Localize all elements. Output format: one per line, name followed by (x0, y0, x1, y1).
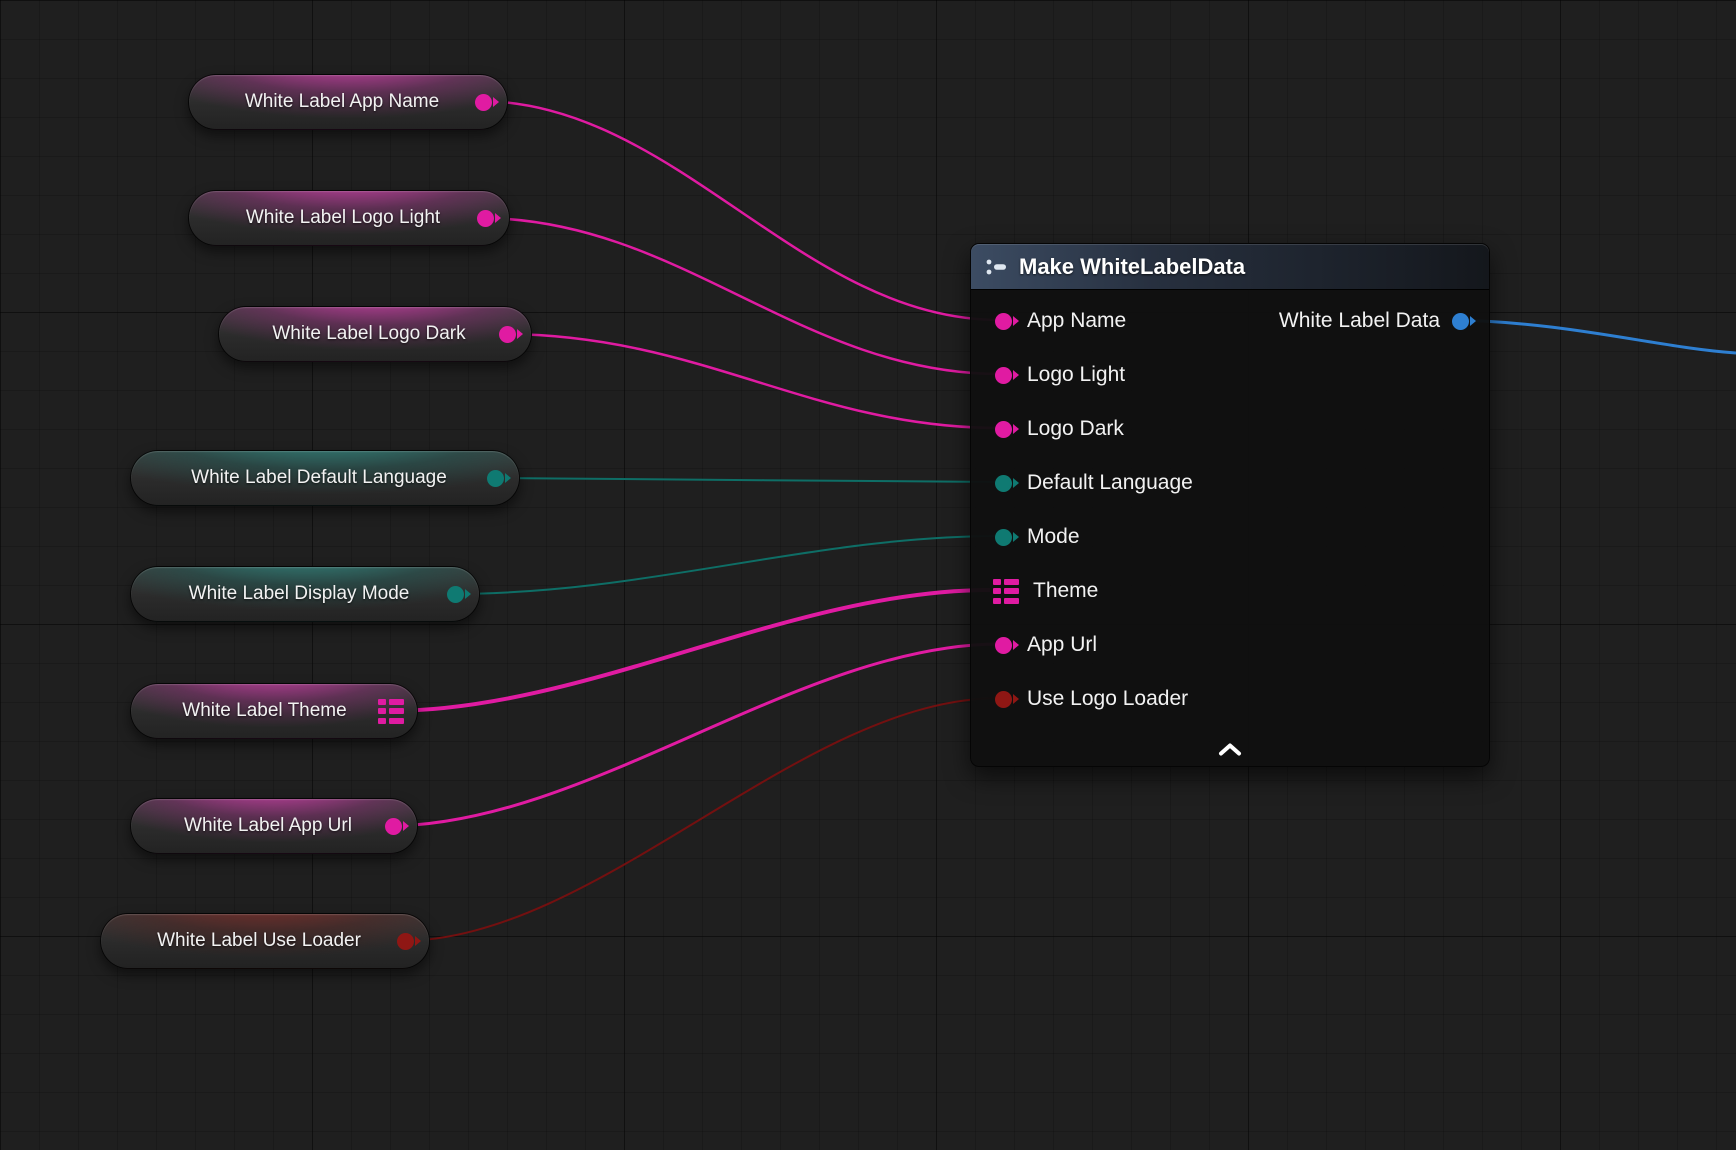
wire-app-name[interactable] (478, 101, 1000, 320)
getter-node-white-label-use-loader[interactable]: White Label Use Loader (100, 913, 430, 969)
node-label: White Label Display Mode (163, 583, 435, 605)
input-pin-logo-dark[interactable] (995, 421, 1012, 438)
wire-logo-dark[interactable] (502, 334, 1000, 428)
make-node-input-rows: App Name Logo Light Logo Dark Default La… (971, 290, 1489, 726)
input-pin-theme-struct-icon[interactable] (993, 579, 1020, 604)
wire-use-loader[interactable] (400, 698, 1000, 941)
pin-label: App Name (1027, 309, 1126, 333)
make-node-header[interactable]: Make WhiteLabelData (971, 244, 1489, 290)
node-label: White Label Theme (163, 700, 366, 722)
make-struct-icon (985, 257, 1009, 277)
collapse-node-button[interactable] (1208, 738, 1252, 760)
node-label: White Label App Url (163, 815, 373, 837)
chevron-up-icon (1218, 743, 1242, 756)
node-label: White Label Default Language (163, 467, 475, 489)
output-pin-default-language[interactable] (487, 470, 504, 487)
pin-label: App Url (1027, 633, 1097, 657)
make-node-title: Make WhiteLabelData (1019, 254, 1245, 280)
output-row-white-label-data: White Label Data (1279, 294, 1469, 348)
pin-label: White Label Data (1279, 309, 1440, 333)
node-label: White Label Logo Dark (251, 323, 487, 345)
output-pin-app-url[interactable] (385, 818, 402, 835)
getter-node-white-label-app-name[interactable]: White Label App Name (188, 74, 508, 130)
input-row-logo-light: Logo Light (971, 348, 1489, 402)
input-row-app-url: App Url (971, 618, 1489, 672)
getter-node-white-label-logo-light[interactable]: White Label Logo Light (188, 190, 510, 246)
input-pin-app-url[interactable] (995, 637, 1012, 654)
getter-node-white-label-logo-dark[interactable]: White Label Logo Dark (218, 306, 532, 362)
output-pin-logo-light[interactable] (477, 210, 494, 227)
node-label: White Label Use Loader (133, 930, 385, 952)
blueprint-graph-canvas[interactable]: { "colors": { "pink": "#e01ba2", "teal":… (0, 0, 1736, 1150)
input-row-mode: Mode (971, 510, 1489, 564)
input-pin-use-logo-loader[interactable] (995, 691, 1012, 708)
pin-label: Mode (1027, 525, 1080, 549)
output-pin-app-name[interactable] (475, 94, 492, 111)
input-row-logo-dark: Logo Dark (971, 402, 1489, 456)
output-pin-logo-dark[interactable] (499, 326, 516, 343)
input-pin-mode[interactable] (995, 529, 1012, 546)
getter-node-white-label-default-language[interactable]: White Label Default Language (130, 450, 520, 506)
output-pin-display-mode[interactable] (447, 586, 464, 603)
input-pin-app-name[interactable] (995, 313, 1012, 330)
wire-logo-light[interactable] (480, 218, 1000, 374)
pin-label: Theme (1033, 579, 1098, 603)
wire-app-url[interactable] (388, 644, 1000, 826)
pin-label: Use Logo Loader (1027, 687, 1188, 711)
getter-node-white-label-theme[interactable]: White Label Theme (130, 683, 418, 739)
output-pin-white-label-data[interactable] (1452, 313, 1469, 330)
wire-mode[interactable] (450, 536, 1000, 594)
output-pin-use-loader[interactable] (397, 933, 414, 950)
input-pin-logo-light[interactable] (995, 367, 1012, 384)
input-row-theme: Theme (971, 564, 1489, 618)
input-pin-default-language[interactable] (995, 475, 1012, 492)
wire-default-language[interactable] (490, 478, 1000, 482)
wire-output-white-label-data[interactable] (1453, 320, 1736, 353)
getter-node-white-label-display-mode[interactable]: White Label Display Mode (130, 566, 480, 622)
pin-label: Default Language (1027, 471, 1193, 495)
input-row-default-language: Default Language (971, 456, 1489, 510)
node-label: White Label Logo Light (221, 207, 465, 229)
wire-theme[interactable] (388, 590, 990, 711)
getter-node-white-label-app-url[interactable]: White Label App Url (130, 798, 418, 854)
pin-label: Logo Light (1027, 363, 1125, 387)
struct-pin-theme-icon[interactable] (378, 699, 405, 724)
pin-label: Logo Dark (1027, 417, 1124, 441)
node-label: White Label App Name (221, 91, 463, 113)
input-row-use-logo-loader: Use Logo Loader (971, 672, 1489, 726)
make-whitelabeldata-node[interactable]: Make WhiteLabelData App Name Logo Light … (970, 243, 1490, 767)
